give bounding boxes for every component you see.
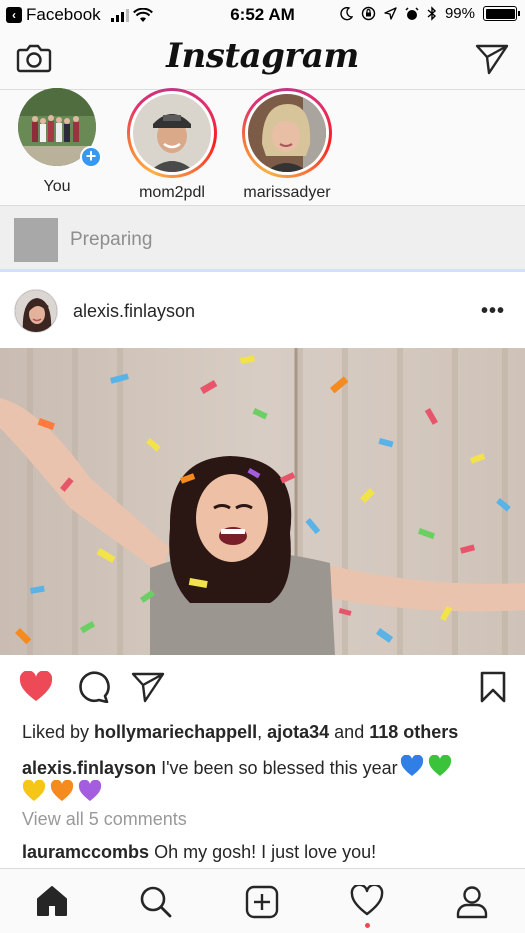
yellow-heart-emoji-icon: [22, 780, 46, 801]
likes-others[interactable]: 118 others: [369, 722, 458, 742]
tab-activity[interactable]: [347, 885, 387, 921]
post-username[interactable]: alexis.finlayson: [73, 301, 195, 322]
liker-username[interactable]: ajota34: [267, 722, 329, 742]
post-header: alexis.finlayson •••: [0, 274, 525, 348]
share-icon: [131, 672, 165, 703]
tab-new-post[interactable]: [242, 885, 282, 921]
blue-heart-emoji-icon: [400, 755, 423, 776]
comment-text: Oh my gosh! I just love you!: [149, 842, 377, 862]
home-icon: [37, 886, 67, 916]
likes-prefix: Liked by: [22, 722, 95, 742]
like-button[interactable]: [19, 670, 53, 707]
comment-button[interactable]: [76, 671, 110, 708]
add-story-icon[interactable]: +: [80, 146, 102, 168]
upload-progress-bar: Preparing: [0, 206, 525, 272]
activity-notification-dot: [365, 923, 370, 928]
likes-and: and: [329, 722, 370, 742]
story-label: mom2pdl: [139, 184, 205, 201]
avatar[interactable]: [14, 289, 58, 333]
story-ring: [127, 88, 217, 178]
caption-username[interactable]: alexis.finlayson: [22, 758, 156, 778]
purple-heart-emoji-icon: [78, 780, 102, 801]
direct-message-button[interactable]: [475, 43, 509, 80]
comment-row: lauramccombs Oh my gosh! I just love you…: [22, 842, 376, 863]
battery-percent: 99%: [444, 5, 475, 22]
avatar: [248, 94, 326, 172]
story-ring: [242, 88, 332, 178]
alarm-icon: [405, 6, 419, 20]
caption-text: I've been so blessed this year: [156, 758, 398, 778]
orange-heart-emoji-icon: [50, 780, 74, 801]
top-navigation: Instagram: [0, 30, 525, 90]
post-photo[interactable]: [0, 348, 525, 655]
add-post-icon: [245, 885, 279, 919]
bluetooth-icon: [427, 6, 436, 21]
bookmark-icon: [480, 671, 506, 703]
heart-outline-icon: [350, 885, 384, 916]
instagram-logo: Instagram: [166, 36, 359, 76]
view-all-comments-link[interactable]: View all 5 comments: [22, 809, 187, 830]
upload-status: Preparing: [70, 229, 153, 250]
story-you[interactable]: + You: [0, 88, 117, 196]
tab-search[interactable]: [136, 885, 176, 921]
share-button[interactable]: [131, 671, 165, 708]
likes-separator: ,: [257, 722, 268, 742]
search-icon: [140, 886, 172, 918]
tab-home[interactable]: [32, 885, 72, 921]
story-mom2pdl[interactable]: mom2pdl: [112, 88, 232, 202]
more-options-icon[interactable]: •••: [481, 300, 505, 323]
rotation-lock-icon: [361, 6, 376, 21]
upload-thumbnail: [14, 218, 58, 262]
bottom-tab-bar: [0, 868, 525, 933]
comment-icon: [79, 671, 110, 704]
direct-message-icon: [475, 44, 509, 75]
location-icon: [384, 7, 397, 20]
status-bar: ‹ Facebook 6:52 AM 99%: [0, 0, 525, 30]
post-actions: [0, 655, 525, 719]
moon-icon: [340, 6, 353, 20]
save-button[interactable]: [480, 671, 506, 708]
avatar: [133, 94, 211, 172]
story-label: You: [43, 178, 71, 195]
post-caption: alexis.finlayson I've been so blessed th…: [22, 755, 502, 805]
avatar: +: [18, 88, 102, 168]
green-heart-emoji-icon: [428, 755, 451, 776]
stories-tray: + You mom2pdl marissadyer: [0, 88, 525, 206]
likes-summary[interactable]: Liked by hollymariechappell, ajota34 and…: [22, 722, 458, 743]
battery-icon: [483, 6, 520, 21]
comment-username[interactable]: lauramccombs: [22, 842, 149, 862]
story-marissadyer[interactable]: marissadyer: [227, 88, 347, 202]
heart-filled-icon: [19, 670, 53, 701]
tab-profile[interactable]: [452, 885, 492, 921]
liker-username[interactable]: hollymariechappell: [94, 722, 257, 742]
profile-icon: [456, 886, 488, 919]
story-label: marissadyer: [243, 184, 331, 201]
